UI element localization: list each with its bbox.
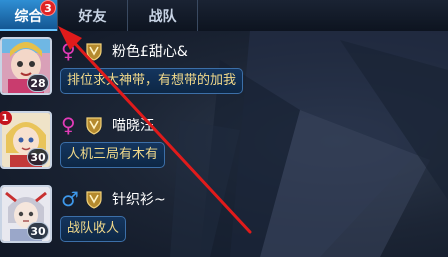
tab-bar: 综合 3 好友 战队: [0, 0, 448, 31]
tab-team[interactable]: 战队: [128, 0, 198, 31]
shield-crest-icon: [86, 43, 102, 61]
shield-crest-icon: [86, 191, 102, 209]
friend-status: 排位求大神带，有想带的加我: [60, 68, 244, 94]
friend-row[interactable]: 28 ♀ 粉色£甜心& 排位求大神带，有想带的加我: [0, 37, 448, 107]
friend-status: 人机三局有木有: [60, 142, 166, 168]
avatar[interactable]: 28: [0, 37, 52, 95]
tab-label: 战队: [148, 8, 177, 25]
friend-row[interactable]: 30 1 ♀ 喵晓汪 人机三局有木有: [0, 111, 448, 181]
avatar[interactable]: 30: [0, 185, 52, 243]
friend-row[interactable]: 30 ♂ 针织衫~ 战队收人: [0, 185, 448, 255]
level-badge: 30: [27, 148, 49, 166]
female-icon: ♀: [61, 39, 76, 63]
male-icon: ♂: [61, 187, 79, 211]
tab-label: 综合: [14, 8, 43, 25]
notification-badge: 3: [40, 0, 56, 16]
tab-friends[interactable]: 好友: [58, 0, 128, 31]
friend-name: 粉色£甜心&: [112, 44, 188, 60]
level-badge: 28: [27, 74, 49, 92]
friend-status: 战队收人: [60, 216, 127, 242]
tab-label: 好友: [78, 8, 107, 25]
friend-name: 针织衫~: [112, 192, 166, 208]
friend-name: 喵晓汪: [112, 118, 154, 134]
female-icon: ♀: [61, 113, 76, 137]
level-badge: 30: [27, 222, 49, 240]
shield-crest-icon: [86, 117, 102, 135]
